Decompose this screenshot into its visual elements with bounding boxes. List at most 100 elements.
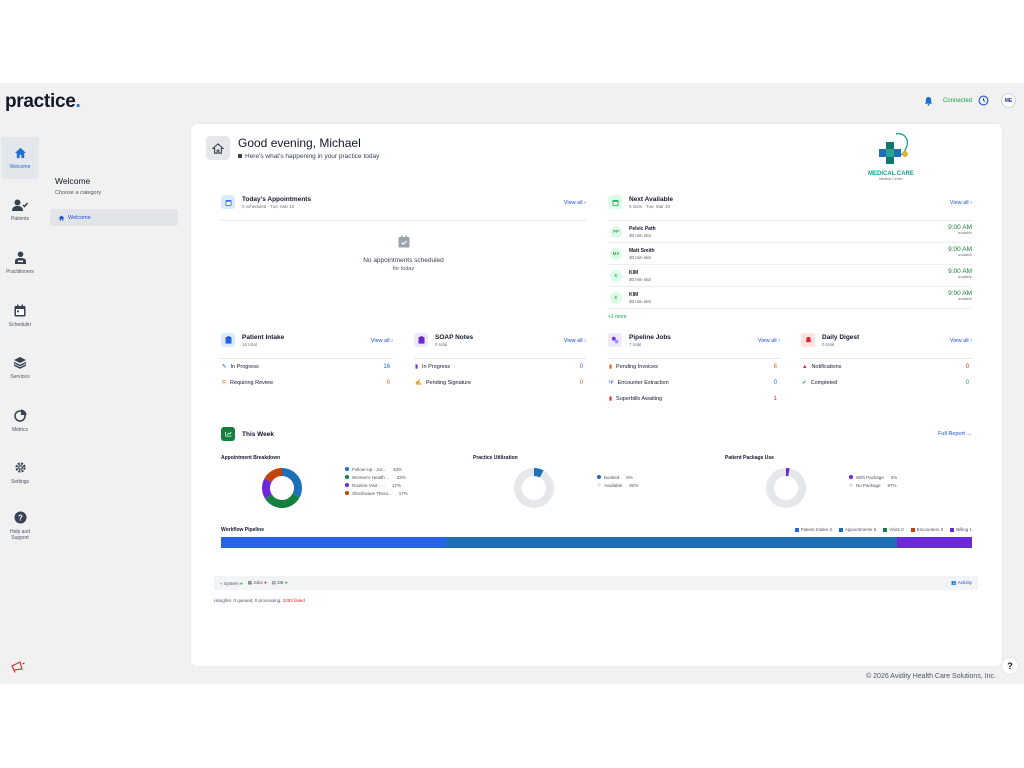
subnav-subtitle: Choose a category (55, 190, 102, 196)
this-week-section: This Week Full Report → Appointment Brea… (221, 427, 972, 557)
view-all-link[interactable]: View all › (564, 338, 586, 344)
help-button[interactable]: ? (1001, 657, 1019, 675)
legend-item: No Package 97% (849, 481, 919, 489)
home-icon-box (206, 136, 230, 160)
section-title: This Week (242, 430, 275, 438)
legend-item: Women's Health ... 33% (345, 473, 435, 481)
package-use-donut (766, 468, 806, 508)
clock-icon[interactable] (978, 95, 989, 106)
workflow-pipeline: Workflow Pipeline Patient Intake 3 Appoi… (221, 527, 972, 548)
rail-item-welcome[interactable]: Welcome (1, 137, 39, 179)
legend-item: Encounters 0 (910, 527, 943, 532)
view-all-link[interactable]: View all › (371, 338, 393, 344)
avatar: PP (610, 225, 622, 238)
legend-item: Billing 1 (950, 527, 972, 532)
view-all-link[interactable]: View all › (950, 338, 972, 344)
pipeline-legend: Patient Intake 3 Appointments 6 Visits 0… (794, 527, 972, 532)
database-icon: ▤ (271, 580, 277, 585)
calendar-icon (14, 304, 26, 316)
appointment-breakdown-panel: Appointment Breakdown Follow-Up - Jor...… (221, 455, 408, 508)
list-item[interactable]: ▲ Notifications 0 (801, 359, 972, 375)
wifi-icon: ≈ (220, 580, 223, 586)
gears-icon (608, 333, 622, 347)
greeting-header: Good evening, Michael Here's what's happ… (206, 136, 379, 160)
slot-row[interactable]: K KIM 30 min slot 9:00 AM available (608, 265, 972, 287)
legend-item: Routine Visit - ... 17% (345, 481, 435, 489)
pipeline-bar (221, 537, 972, 548)
view-all-link[interactable]: View all › (564, 200, 586, 206)
soap-notes-card: SOAP Notes 0 total View all › ▮ In Progre… (414, 333, 586, 391)
card-title: Today's Appointments (242, 196, 312, 203)
rail-item-practitioners[interactable]: Practitioners (1, 242, 39, 284)
list-item[interactable]: Ψ Encounter Extraction 0 (608, 375, 780, 391)
app-shell: practice. Connected ME Welcome Patients … (0, 83, 1024, 684)
legend-item: Patient Intake 3 (794, 527, 832, 532)
list-item[interactable]: ▮ In Progress 0 (414, 359, 586, 375)
avatar: MS (610, 247, 622, 260)
pie-chart-icon (13, 409, 26, 422)
legend-item: Shockwave Thera... 17% (345, 489, 435, 497)
more-link[interactable]: +1 more (608, 314, 972, 320)
list-item[interactable]: ▮ Superbills Awaiting 1 (608, 391, 780, 407)
status-item: ≈ System ● (220, 580, 243, 586)
rail-item-services[interactable]: Services (1, 347, 39, 389)
appointments-card: Today's Appointments 0 scheduled · Tue, … (221, 195, 586, 320)
nav-rail: Welcome Patients Practitioners Scheduler… (0, 135, 40, 557)
rail-item-patients[interactable]: Patients (1, 190, 39, 232)
gear-icon (14, 462, 26, 473)
svg-text:?: ? (18, 513, 23, 522)
donut-slice (766, 468, 806, 508)
activity-link[interactable]: 👥 Activity (951, 580, 972, 586)
brand-logo: MEDICAL CARE Medical Center (861, 132, 921, 187)
practitioner-icon (14, 251, 26, 264)
signature-icon: ✍ (415, 380, 422, 386)
bill-icon: ▮ (609, 396, 613, 402)
avatar: K (610, 269, 622, 282)
home-icon (212, 142, 224, 154)
calendar-icon (238, 154, 242, 159)
list-item[interactable]: ⚲ Requiring Review 0 (221, 375, 393, 391)
practice-utilization-donut (514, 468, 554, 508)
legend-item: Visits 0 (883, 527, 904, 532)
patient-intake-card: Patient Intake 16 total View all › ✎ In P… (221, 333, 393, 391)
rail-item-scheduler[interactable]: Scheduler (1, 295, 39, 337)
subnav-title: Welcome (55, 176, 91, 186)
status-item: ▦ Jobs ● (247, 580, 267, 585)
practice-utilization-panel: Practice Utilization Booked 8% Available 9… (473, 455, 638, 508)
status-item: ▤ DB ● (271, 580, 288, 585)
view-all-link[interactable]: View all › (758, 338, 780, 344)
users-icon (12, 199, 28, 211)
layers-icon (13, 357, 27, 369)
rail-item-help[interactable]: ? Help and Support (1, 505, 39, 547)
document-icon: ▮ (415, 364, 419, 370)
status-bar: ≈ System ● ▦ Jobs ● ▤ DB ● 👥 Activity (214, 576, 978, 590)
megaphone-icon[interactable] (10, 661, 26, 673)
list-item[interactable]: ✔ Completed 0 (801, 375, 972, 391)
list-item[interactable]: ▮ Pending Invoices 6 (608, 359, 780, 375)
pipeline-segment (896, 537, 972, 548)
subnav-item-welcome[interactable]: Welcome (50, 209, 178, 226)
rail-item-metrics[interactable]: Metrics (1, 400, 39, 442)
slot-row[interactable]: MS Matt Smith 30 min slot 9:00 AM availabl… (608, 243, 972, 265)
view-all-link[interactable]: View all › (950, 200, 972, 206)
legend-item: With Package 3% (849, 473, 919, 481)
slot-row[interactable]: K KIM 30 min slot 9:00 AM available (608, 287, 972, 309)
clipboard-icon (414, 333, 428, 347)
connection-status: Connected (942, 97, 972, 104)
list-item[interactable]: ✍ Pending Signature 0 (414, 375, 586, 391)
legend-item: Appointments 6 (838, 527, 876, 532)
app-logo[interactable]: practice. (5, 91, 81, 113)
pipeline-jobs-card: Pipeline Jobs 7 total View all › ▮ Pendin… (608, 333, 780, 407)
legend-item: Available 92% (597, 481, 657, 489)
legend-item: Booked 8% (597, 473, 657, 481)
pipeline-segment (221, 537, 447, 548)
user-avatar[interactable]: ME (1001, 93, 1016, 108)
donut-slice (514, 468, 554, 508)
slot-row[interactable]: PP Pelvic Path 30 min slot 9:00 AM availab… (608, 221, 972, 243)
bell-icon[interactable] (924, 96, 933, 106)
rail-item-settings[interactable]: Settings (1, 452, 39, 494)
search-icon: ⚲ (222, 380, 227, 386)
list-item[interactable]: ✎ In Progress 16 (221, 359, 393, 375)
full-report-link[interactable]: Full Report → (938, 431, 972, 437)
legend-item: Follow-Up - Jor... 33% (345, 465, 435, 473)
